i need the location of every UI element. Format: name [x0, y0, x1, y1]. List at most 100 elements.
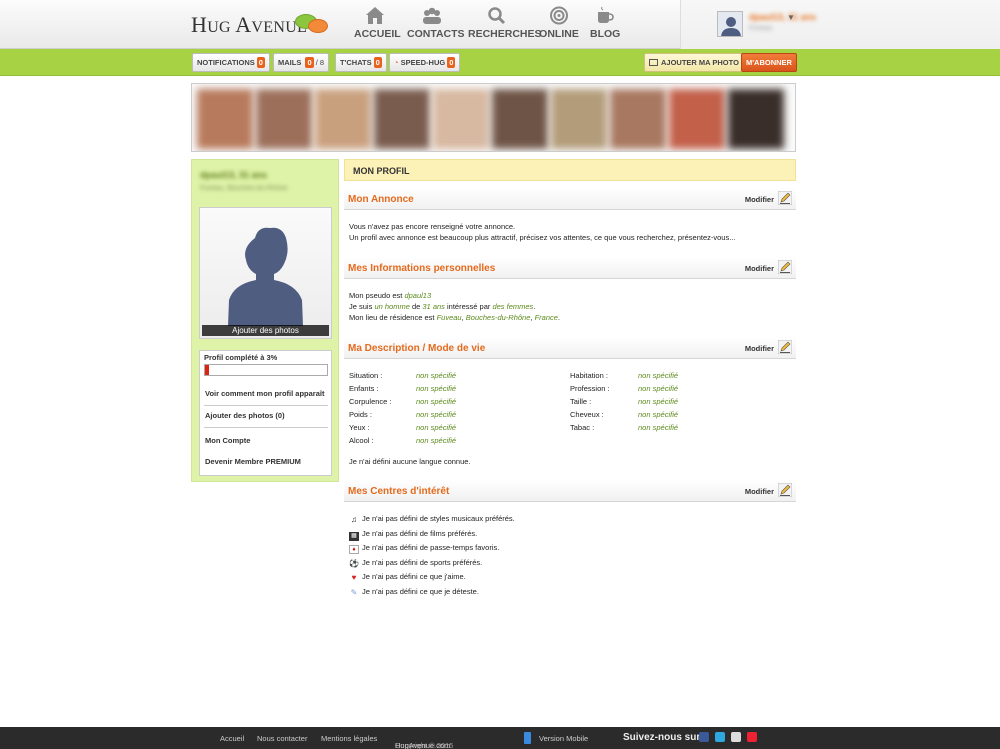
divider [204, 427, 328, 428]
playing-card-icon: ♦ [349, 545, 359, 554]
add-photo-button[interactable]: AJOUTER MA PHOTO [644, 53, 744, 72]
footer-follow-label: Suivez-nous sur [623, 732, 701, 743]
interest-films: ▦ Je n'ai pas défini de films préférés. [349, 529, 477, 541]
tabac-value: non spécifié [638, 423, 679, 432]
speed-hug-icon: ◔ [394, 58, 399, 67]
alcool-key: Alcool : [349, 436, 374, 445]
search-icon [486, 6, 508, 25]
view-profile-link[interactable]: Voir comment mon profil apparaît [205, 389, 324, 398]
footer-legal-link[interactable]: Mentions légales [321, 734, 377, 743]
pencil-icon[interactable] [777, 259, 793, 275]
section-header-annonce: Mon Annonce Modifier [344, 188, 796, 210]
member-photo[interactable] [433, 89, 489, 149]
member-photo[interactable] [492, 89, 548, 149]
facebook-icon[interactable] [699, 732, 709, 742]
situation-key: Situation : [349, 371, 383, 380]
modify-annonce-button[interactable]: Modifier [745, 195, 774, 204]
member-photo[interactable] [374, 89, 430, 149]
member-photo[interactable] [728, 89, 784, 149]
member-photo[interactable] [197, 89, 253, 149]
section-title: Mes Centres d'intérêt [348, 486, 450, 497]
add-photos-link[interactable]: Ajouter des photos (0) [205, 411, 285, 420]
profile-sidebar: dpaul13, 31 ans Fuveau, Bouches-du-Rhône… [191, 159, 339, 482]
user-name[interactable]: dpaul13, 31 ans [749, 12, 816, 22]
section-title: Mes Informations personnelles [348, 263, 496, 274]
nav-blog[interactable]: BLOG [590, 4, 620, 40]
online-target-icon [548, 6, 570, 25]
pencil-icon[interactable] [777, 339, 793, 355]
site-logo[interactable]: HUG AVENUE [191, 12, 307, 38]
nav-accueil[interactable]: ACCUEIL [354, 4, 401, 40]
yeux-key: Yeux : [349, 423, 370, 432]
footer-accueil-link[interactable]: Accueil [220, 734, 244, 743]
footer-site-link[interactable]: HugAvenue.com [395, 741, 450, 749]
action-toolbar: NOTIFICATIONS 0 MAILS 0 / 8 T'CHATS 0 ◔ SP… [0, 49, 1000, 76]
pseudo-line: Mon pseudo est dpaul13 [349, 291, 432, 300]
profile-location: Fuveau, Bouches-du-Rhône [200, 185, 288, 192]
tchats-button[interactable]: T'CHATS 0 [335, 53, 387, 72]
premium-link[interactable]: Devenir Membre PREMIUM [205, 457, 301, 466]
member-photo[interactable] [315, 89, 371, 149]
profile-completion-bar [204, 364, 328, 376]
coffee-cup-icon [594, 6, 616, 25]
notifications-count-badge: 0 [256, 57, 265, 68]
mails-total: / 8 [315, 58, 325, 67]
pencil-icon[interactable] [777, 190, 793, 206]
nav-online[interactable]: ONLINE [538, 4, 580, 40]
member-photo[interactable] [551, 89, 607, 149]
profile-completion-fill [205, 365, 209, 375]
modify-infos-button[interactable]: Modifier [745, 264, 774, 273]
profile-name: dpaul13, 31 ans [200, 170, 268, 180]
pencil-icon[interactable] [777, 482, 793, 498]
enfants-value: non spécifié [416, 384, 457, 393]
corpulence-key: Corpulence : [349, 397, 392, 406]
mails-count-badge: 0 [305, 57, 314, 68]
annonce-text-1: Vous n'avez pas encore renseigné votre a… [349, 222, 516, 231]
my-account-link[interactable]: Mon Compte [205, 436, 250, 445]
divider [204, 405, 328, 406]
mails-button[interactable]: MAILS 0 / 8 [273, 53, 330, 72]
avatar[interactable] [717, 11, 743, 37]
broken-heart-icon: ✎ [350, 588, 358, 597]
top-header: HUG AVENUE ACCUEIL CONTACTS RECHERCHES O… [0, 0, 1000, 49]
modify-description-button[interactable]: Modifier [745, 344, 774, 353]
poids-key: Poids : [349, 410, 372, 419]
subscribe-button[interactable]: M'ABONNER [741, 53, 797, 72]
photo-icon [649, 59, 658, 66]
cheveux-key: Cheveux : [570, 410, 604, 419]
user-menu[interactable]: dpaul13, 31 ans Fuveau ▼ [680, 0, 1000, 49]
profile-completion-label: Profil complété à 3% [204, 353, 278, 362]
section-header-interests: Mes Centres d'intérêt Modifier [344, 480, 796, 502]
speed-hug-button[interactable]: ◔ SPEED-HUG 0 [389, 53, 461, 72]
member-photo[interactable] [610, 89, 666, 149]
member-photo[interactable] [256, 89, 312, 149]
contacts-icon [421, 6, 443, 25]
footer-mobile-link[interactable]: Version Mobile [539, 734, 588, 743]
speed-hug-count-badge: 0 [447, 57, 456, 68]
footer-contact-link[interactable]: Nous contacter [257, 734, 307, 743]
page-title: MON PROFIL [344, 159, 796, 181]
modify-interests-button[interactable]: Modifier [745, 487, 774, 496]
notifications-button[interactable]: NOTIFICATIONS 0 [192, 53, 270, 72]
section-header-infos: Mes Informations personnelles Modifier [344, 257, 796, 279]
profile-main: MON PROFIL Mon Annonce Modifier Vous n'a… [344, 159, 796, 619]
profession-key: Profession : [570, 384, 610, 393]
cheveux-value: non spécifié [638, 410, 679, 419]
residence-line: Mon lieu de résidence est Fuveau, Bouche… [349, 313, 561, 322]
member-photo[interactable] [669, 89, 725, 149]
section-title: Ma Description / Mode de vie [348, 343, 486, 354]
situation-value: non spécifié [416, 371, 457, 380]
nav-contacts[interactable]: CONTACTS [407, 4, 465, 40]
add-photos-overlay[interactable]: Ajouter des photos [202, 325, 329, 336]
habitation-value: non spécifié [638, 371, 679, 380]
chevron-down-icon[interactable]: ▼ [787, 13, 795, 22]
youtube-icon[interactable] [747, 732, 757, 742]
footer: Accueil Nous contacter Mentions légales … [0, 727, 1000, 749]
google-plus-icon[interactable] [731, 732, 741, 742]
profile-photo[interactable]: Ajouter des photos [199, 207, 332, 339]
twitter-icon[interactable] [715, 732, 725, 742]
soccer-ball-icon: ⚽ [349, 559, 359, 568]
corpulence-value: non spécifié [416, 397, 457, 406]
interest-music: ♫ Je n'ai pas défini de styles musicaux p… [351, 514, 515, 524]
nav-recherches[interactable]: RECHERCHES [468, 4, 542, 40]
